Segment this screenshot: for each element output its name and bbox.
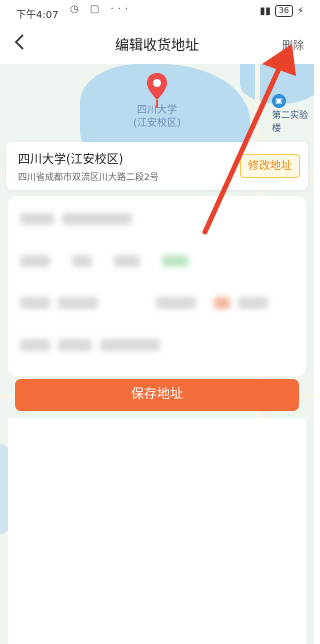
- page-title: 编辑收货地址: [115, 38, 199, 54]
- form-row-blurred[interactable]: [20, 294, 294, 309]
- nav-bar: 编辑收货地址 删除: [0, 24, 314, 64]
- form-row-blurred[interactable]: [20, 252, 294, 267]
- status-notification-icons: ◷ ▢ ···: [70, 4, 133, 15]
- address-form: [8, 196, 306, 376]
- form-row-blurred[interactable]: [20, 336, 294, 351]
- building-icon: ▣: [272, 94, 286, 108]
- map-nearby-poi: ▣ 第二实验楼: [272, 94, 314, 134]
- status-bar: 下午4:07 ◷ ▢ ··· ▮▮ 36 ⚡: [0, 0, 314, 24]
- address-name: 四川大学(江安校区): [18, 152, 124, 166]
- status-time: 下午4:07: [16, 10, 59, 21]
- nearby-poi-name: 第二实验楼: [272, 111, 309, 134]
- bottom-blank-area: [8, 418, 306, 644]
- poi-subname: (江安校区): [133, 118, 181, 129]
- battery-icon: 36: [274, 5, 293, 17]
- edit-address-button[interactable]: 修改地址: [240, 154, 300, 178]
- poi-name: 四川大学: [137, 105, 177, 116]
- form-row-blurred[interactable]: [20, 210, 294, 225]
- signal-icon: ▮▮: [259, 5, 271, 17]
- charging-icon: ⚡: [296, 5, 304, 17]
- delete-button[interactable]: 删除: [282, 37, 304, 53]
- map-poi-label: 四川大学 (江安校区): [125, 104, 189, 130]
- save-address-button[interactable]: 保存地址: [15, 379, 299, 411]
- status-right: ▮▮ 36 ⚡: [260, 5, 304, 17]
- address-detail: 四川省成都市双流区川大路二段2号: [18, 173, 159, 183]
- address-card: 四川大学(江安校区) 四川省成都市双流区川大路二段2号 修改地址: [6, 142, 308, 190]
